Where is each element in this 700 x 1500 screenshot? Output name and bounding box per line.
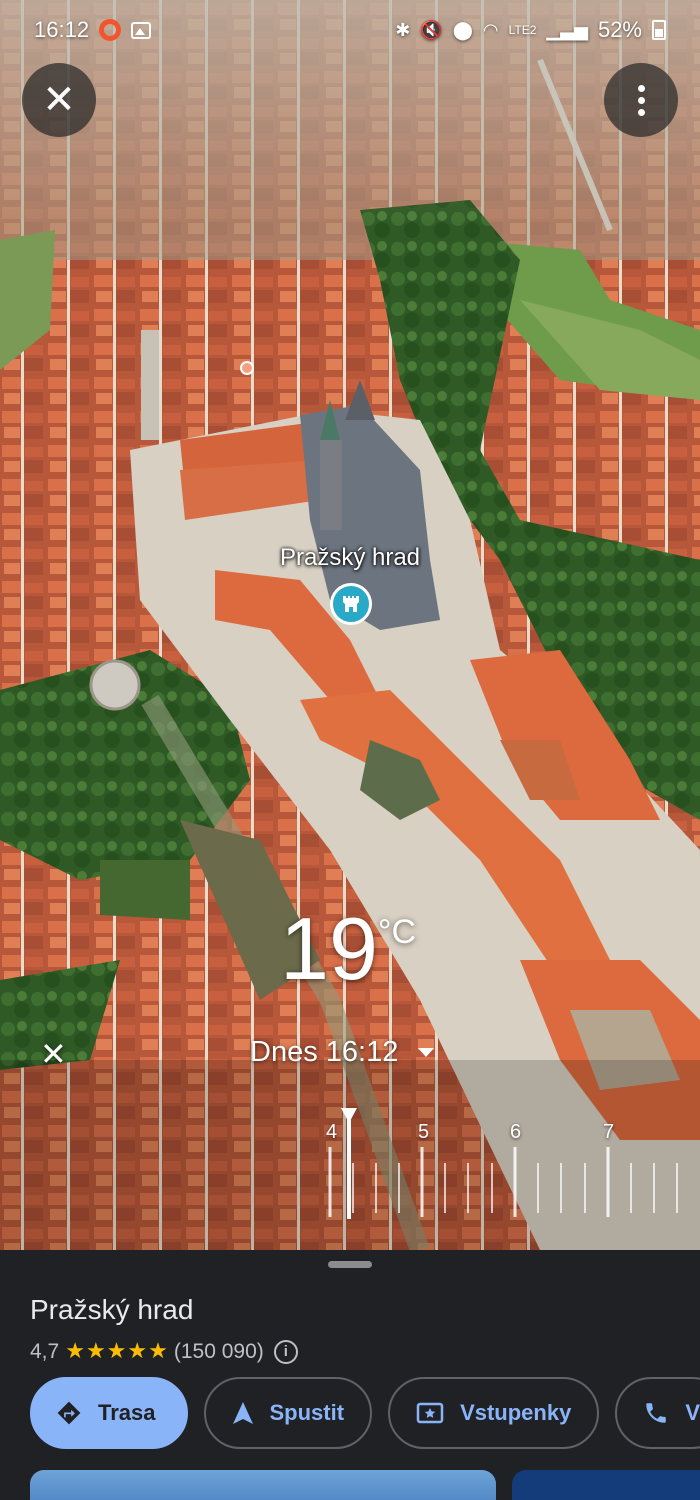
place-photo-thumbnail[interactable]: [30, 1470, 496, 1500]
tickets-button[interactable]: Vstupenky: [388, 1377, 600, 1449]
place-pin[interactable]: [330, 583, 372, 625]
sheet-drag-handle[interactable]: [328, 1261, 372, 1268]
directions-label: Trasa: [98, 1400, 156, 1425]
action-chips: Trasa Spustit Vstupenky V: [30, 1377, 700, 1449]
star-half-icon: ★: [148, 1339, 168, 1364]
star-icon: ★: [85, 1339, 106, 1364]
star-icon: ★: [106, 1339, 127, 1364]
map-dot-marker[interactable]: [240, 361, 254, 375]
network-type: LTE2: [508, 23, 537, 37]
star-icon: ★: [65, 1339, 85, 1364]
temperature-value: 19: [280, 899, 378, 998]
status-right: ✱ 🔇 ⬤ ◠ LTE2 ▁▃▅ 52%: [395, 17, 666, 43]
navigation-icon: [232, 1402, 253, 1424]
dropdown-caret-icon: [418, 1048, 435, 1057]
rating-row[interactable]: 4,7 ★ ★ ★ ★ ★ (150 090) i: [30, 1339, 298, 1364]
bluetooth-icon: ✱: [395, 19, 411, 40]
status-time: 16:12: [34, 17, 90, 42]
location-icon: ⬤: [452, 19, 473, 40]
tickets-label: Vstupenky: [460, 1400, 572, 1425]
star-icon: ★: [127, 1339, 148, 1364]
call-button[interactable]: V: [615, 1377, 700, 1449]
battery-percent: 52%: [597, 17, 642, 42]
call-label: V: [685, 1400, 700, 1425]
directions-button[interactable]: Trasa: [30, 1377, 188, 1449]
gallery-icon: [131, 21, 152, 39]
time-scrubber[interactable]: 4 5 6 7: [320, 1105, 700, 1230]
place-marker-label[interactable]: Pražský hrad: [250, 544, 450, 572]
ticket-icon: [416, 1402, 444, 1424]
phone-icon: [646, 1403, 667, 1423]
more-options-button[interactable]: [604, 63, 678, 137]
info-icon[interactable]: i: [273, 1339, 298, 1364]
timeline-ticks: [328, 1108, 678, 1219]
rating-value: 4,7: [30, 1339, 60, 1363]
time-close-button[interactable]: ✕: [40, 1035, 67, 1073]
status-left: 16:12: [34, 17, 152, 43]
place-photo-thumbnail[interactable]: [512, 1470, 700, 1500]
time-selector[interactable]: Dnes 16:12: [250, 1036, 435, 1069]
close-icon: ✕: [42, 77, 76, 123]
start-navigation-button[interactable]: Spustit: [203, 1377, 373, 1449]
temperature-unit: °C: [377, 913, 417, 951]
status-bar: 16:12 ✱ 🔇 ⬤ ◠ LTE2 ▁▃▅ 52%: [0, 0, 700, 60]
more-vert-icon: [637, 84, 645, 116]
time-label-text: Dnes 16:12: [250, 1036, 399, 1068]
place-bottom-sheet[interactable]: Pražský hrad 4,7 ★ ★ ★ ★ ★ (150 090) i T…: [0, 1250, 700, 1500]
wifi-icon: ◠: [482, 19, 499, 40]
close-icon: ✕: [40, 1035, 67, 1073]
signal-icon: ▁▃▅: [546, 19, 588, 40]
temperature-display: 19 °C: [280, 905, 416, 993]
directions-icon: [57, 1401, 81, 1425]
mute-icon: 🔇: [420, 19, 443, 40]
start-label: Spustit: [269, 1400, 345, 1425]
rating-stars: ★ ★ ★ ★ ★: [65, 1339, 168, 1364]
screen-record-icon: [99, 19, 122, 41]
place-title: Pražský hrad: [30, 1294, 194, 1325]
review-count: (150 090): [173, 1339, 264, 1363]
battery-icon: [652, 20, 666, 40]
castle-icon: [343, 596, 359, 612]
close-button[interactable]: ✕: [22, 63, 96, 137]
